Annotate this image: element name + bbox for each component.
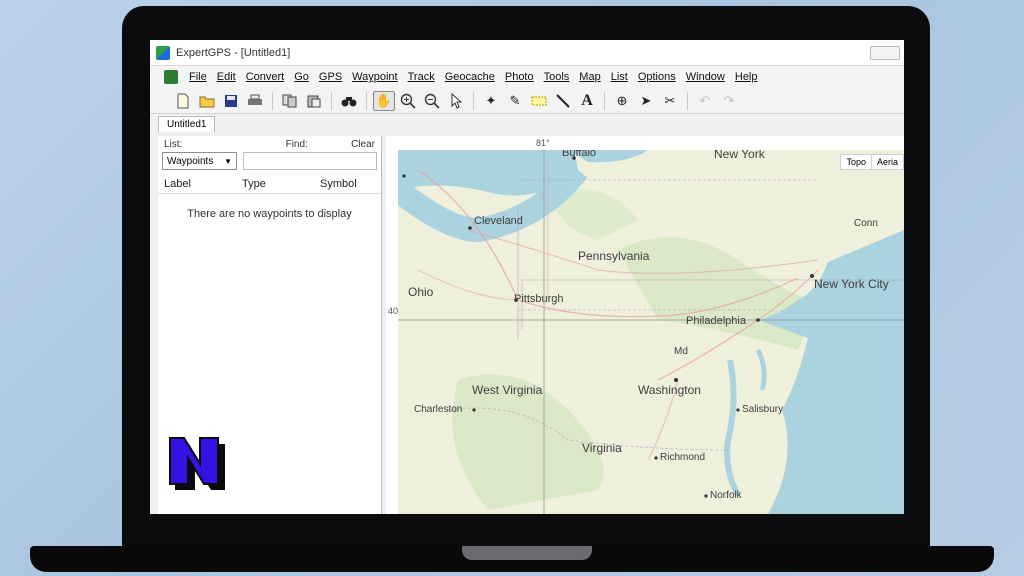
list-controls: Waypoints ▼ [158,150,381,172]
toolbar-separator [272,91,273,110]
map-label-new-york: New York [714,150,766,161]
list-label: List: [164,139,183,150]
tab-untitled1[interactable]: Untitled1 [158,116,216,132]
undo-icon[interactable]: ↶ [694,91,716,111]
toolbar-separator [366,91,367,110]
list-type-value: Waypoints [167,155,214,167]
find-label: Find: [285,139,308,150]
norfolk-marker [704,494,708,498]
map-canvas[interactable]: Buffalo New York Cleveland Pennsylvania … [398,150,904,514]
list-controls-labels: List: Find: Clear [158,136,381,150]
zoom-in-icon[interactable] [397,91,419,111]
menu-gps[interactable]: GPS [314,71,347,83]
map-label-cleveland: Cleveland [474,215,523,227]
menu-waypoint[interactable]: Waypoint [347,71,402,83]
add-waypoint-icon[interactable]: ✦ [480,91,502,111]
expertgps-app-icon [156,45,170,60]
map-label-charleston: Charleston [414,404,462,415]
map-label-pennsylvania: Pennsylvania [578,249,650,263]
empty-list-message: There are no waypoints to display [187,208,352,220]
hand-pan-icon[interactable]: ✋ [373,90,395,111]
document-tabs: Untitled1 [150,114,904,132]
new-file-icon[interactable] [172,91,194,111]
charleston-marker [472,408,476,412]
chevron-down-icon: ▼ [224,156,232,166]
salisbury-marker [736,408,740,412]
menu-tools[interactable]: Tools [539,71,575,83]
pencil-icon[interactable]: ✎ [504,91,526,111]
menu-track[interactable]: Track [403,71,440,83]
rectangle-select-icon[interactable] [528,91,550,111]
toolbar-separator [604,91,605,110]
copy-icon[interactable] [279,91,301,111]
window-title: ExpertGPS - [Untitled1] [176,46,291,59]
map-label-buffalo: Buffalo [562,150,596,159]
map-label-norfolk: Norfolk [710,490,743,501]
open-folder-icon[interactable] [196,91,218,111]
menu-list[interactable]: List [606,71,633,83]
map-view[interactable]: 81° 40° Buffalo New York Cleveland Penns… [386,136,904,514]
line-tool-icon[interactable] [552,91,574,111]
menu-convert[interactable]: Convert [241,71,290,83]
map-label-new-york-city: New York City [814,277,889,291]
zoom-out-icon[interactable] [421,91,443,111]
toolbar: ✋ ✦ ✎ A ⊕ ➤ ✂ ↶ ↷ [150,88,904,114]
philadelphia-marker [756,318,760,322]
map-label-salisbury: Salisbury [742,404,783,415]
map-toggle-aerial[interactable]: Aeria [872,155,903,169]
text-tool-icon[interactable]: A [576,91,598,111]
app-window: ExpertGPS - [Untitled1] File Edit Conver… [150,40,904,514]
title-bar: ExpertGPS - [Untitled1] [150,40,904,66]
map-label-pittsburgh: Pittsburgh [514,293,564,305]
waypoint-column-headers: Label Type Symbol [158,172,381,194]
toolbar-separator [687,91,688,110]
map-toggle-topo[interactable]: Topo [841,155,872,169]
route-icon[interactable]: ➤ [635,91,657,111]
menu-map[interactable]: Map [574,71,605,83]
cleveland-marker [468,226,472,230]
column-header-type[interactable]: Type [242,178,320,190]
menu-bar: File Edit Convert Go GPS Waypoint Track … [150,66,904,88]
crosshair-icon[interactable]: ⊕ [611,91,633,111]
find-input[interactable] [243,152,377,170]
map-label-west-virginia: West Virginia [472,383,543,397]
map-label-md: Md [674,346,688,357]
column-header-symbol[interactable]: Symbol [320,178,357,190]
pointer-icon[interactable] [445,91,467,111]
list-type-select[interactable]: Waypoints ▼ [162,152,237,170]
menu-photo[interactable]: Photo [500,71,539,83]
menu-window[interactable]: Window [681,71,730,83]
menu-go[interactable]: Go [289,71,314,83]
document-menu-icon[interactable] [164,70,178,84]
washington-marker [674,378,678,382]
map-label-ohio: Ohio [408,285,434,299]
toolbar-separator [473,91,474,110]
menu-file[interactable]: File [184,71,212,83]
menu-edit[interactable]: Edit [212,71,241,83]
laptop-notch [462,546,592,560]
channel-n-logo [169,437,225,490]
column-header-label[interactable]: Label [164,178,242,190]
map-type-toggle[interactable]: Topo Aeria [840,154,904,170]
longitude-marker: 81° [536,138,550,148]
paste-icon[interactable] [303,91,325,111]
menu-help[interactable]: Help [730,71,763,83]
clear-button[interactable]: Clear [351,139,375,150]
richmond-marker [654,456,658,460]
minimize-button[interactable] [870,45,900,60]
toolbar-separator [331,91,332,110]
map-label-philadelphia: Philadelphia [686,315,747,327]
print-icon[interactable] [244,91,266,111]
menu-options[interactable]: Options [633,71,681,83]
scissors-icon[interactable]: ✂ [659,91,681,111]
map-label-richmond: Richmond [660,452,705,463]
binoculars-icon[interactable] [338,91,360,111]
menu-geocache[interactable]: Geocache [440,71,500,83]
map-label-conn: Conn [854,218,878,229]
redo-icon[interactable]: ↷ [718,91,740,111]
toledo-marker [402,174,406,178]
save-icon[interactable] [220,91,242,111]
map-label-virginia: Virginia [582,441,622,455]
map-label-washington: Washington [638,383,701,397]
